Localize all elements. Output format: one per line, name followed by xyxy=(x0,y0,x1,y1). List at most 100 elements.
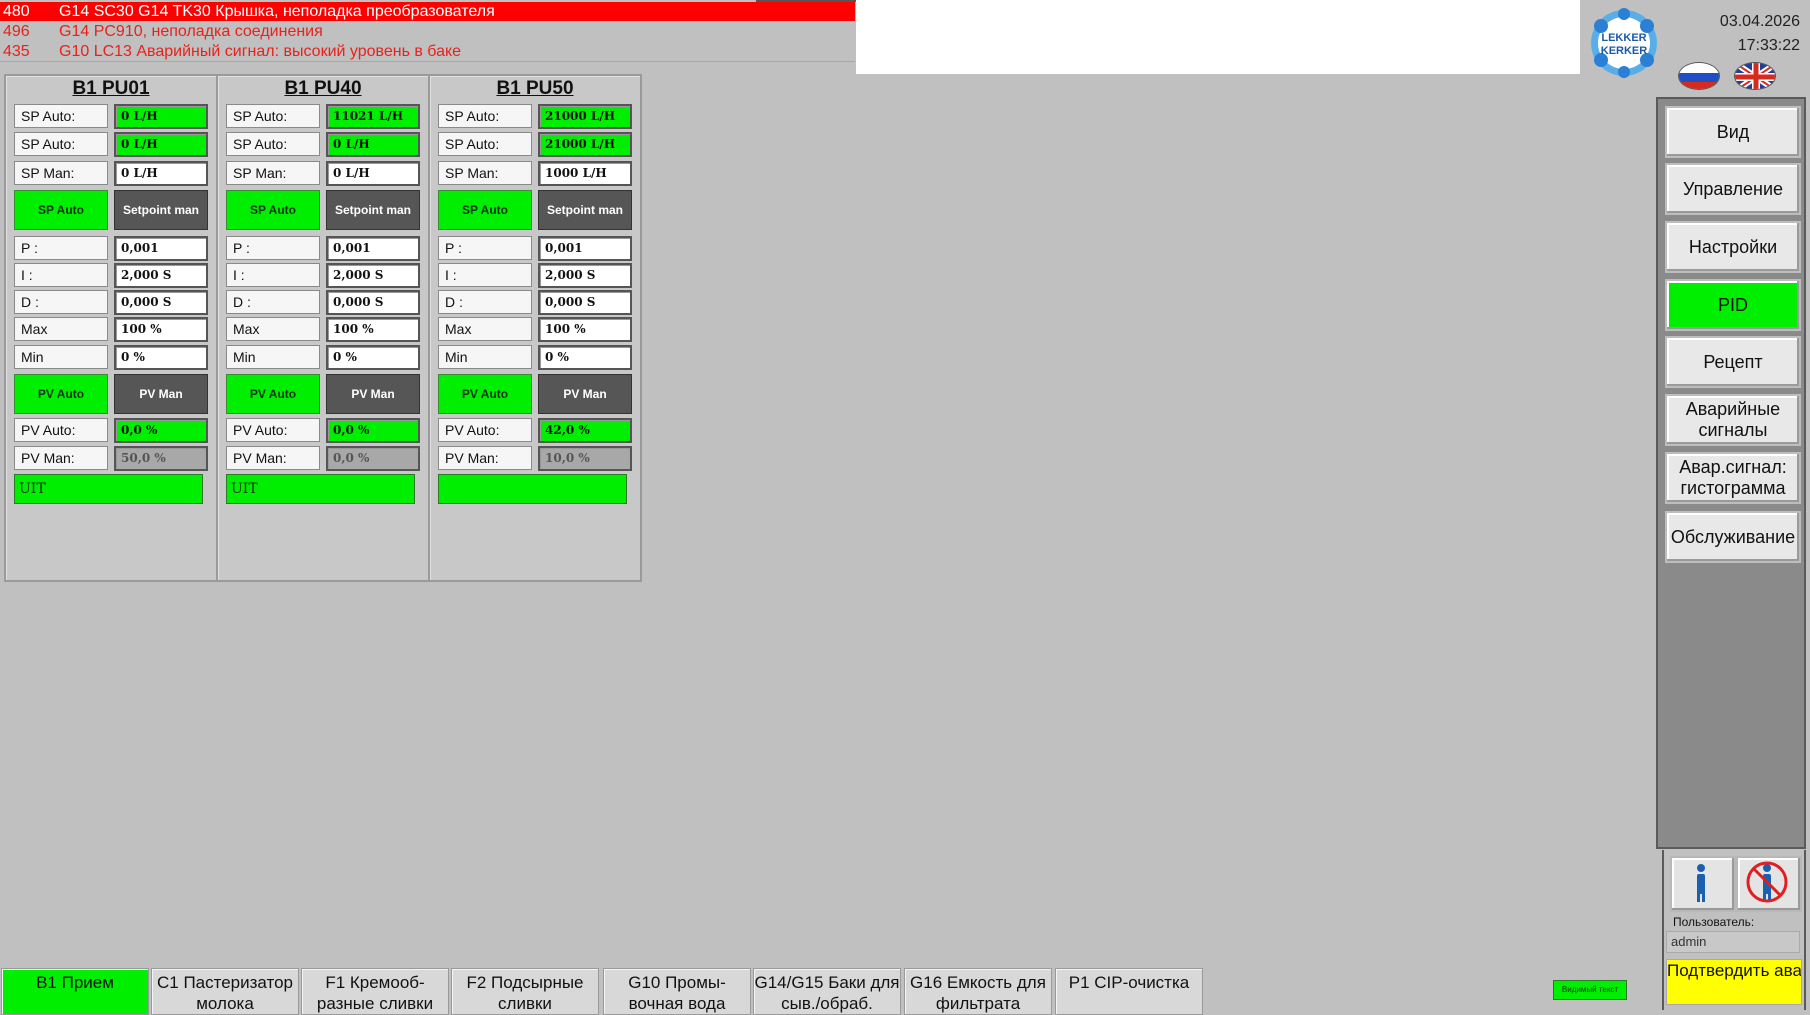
menu-recipe-button[interactable]: Рецепт xyxy=(1665,336,1801,388)
visible-text-indicator: Видимый текст xyxy=(1553,980,1627,1000)
tab-c1[interactable]: C1 Пастеризатор молока xyxy=(151,968,299,1015)
max-input[interactable]: 100 % xyxy=(326,317,420,342)
user-icon xyxy=(1697,864,1705,902)
alarm-number: 435 xyxy=(3,43,30,60)
d-label: D : xyxy=(438,290,532,314)
sp-auto-value[interactable]: 0 L/H xyxy=(114,132,208,157)
tab-g10[interactable]: G10 Промы-вочная вода xyxy=(603,968,751,1015)
sp-man-input[interactable]: 1000 L/H xyxy=(538,161,632,186)
d-label: D : xyxy=(14,290,108,314)
pv-auto-label: PV Auto: xyxy=(438,418,532,442)
menu-alarm-histogram-button[interactable]: Авар.сигнал: гистограмма xyxy=(1665,452,1801,504)
menu-alarms-button[interactable]: Аварийные сигналы xyxy=(1665,394,1801,446)
status-bar: UIT xyxy=(14,474,203,504)
logout-user-icon xyxy=(1746,861,1788,903)
p-label: P : xyxy=(14,236,108,260)
p-input[interactable]: 0,001 xyxy=(538,236,632,261)
pv-auto-value: 0,0 % xyxy=(326,418,420,443)
sp-auto-button[interactable]: SP Auto xyxy=(14,190,108,230)
pid-panel: B1 PU01 SP Auto: 0 L/H SP Auto: 0 L/H SP… xyxy=(4,74,218,582)
sp-auto-button[interactable]: SP Auto xyxy=(438,190,532,230)
pv-man-button[interactable]: PV Man xyxy=(326,374,420,414)
sp-auto-button[interactable]: SP Auto xyxy=(226,190,320,230)
min-label: Min xyxy=(438,345,532,369)
i-input[interactable]: 2,000 S xyxy=(538,263,632,288)
pid-panel: B1 PU50 SP Auto: 21000 L/H SP Auto: 2100… xyxy=(428,74,642,582)
max-label: Max xyxy=(14,317,108,341)
menu-settings-button[interactable]: Настройки xyxy=(1665,221,1801,273)
i-input[interactable]: 2,000 S xyxy=(114,263,208,288)
user-label: Пользователь: xyxy=(1673,915,1755,929)
logout-button[interactable] xyxy=(1736,856,1802,912)
d-input[interactable]: 0,000 S xyxy=(538,290,632,315)
pv-auto-label: PV Auto: xyxy=(226,418,320,442)
tab-p1[interactable]: P1 CIP-очистка xyxy=(1055,968,1203,1015)
sp-man-input[interactable]: 0 L/H xyxy=(326,161,420,186)
alarm-text: G14 PC910, неполадка соединения xyxy=(59,23,323,40)
panel-title: B1 PU40 xyxy=(284,78,362,99)
alarm-row[interactable]: 480 G14 SC30 G14 TK30 Крышка, неполадка … xyxy=(0,2,855,21)
current-time: 17:33:22 xyxy=(1737,37,1800,54)
pv-auto-button[interactable]: PV Auto xyxy=(14,374,108,414)
blank-area xyxy=(856,0,1580,74)
pv-auto-button[interactable]: PV Auto xyxy=(226,374,320,414)
tab-b1[interactable]: B1 Прием xyxy=(1,968,149,1015)
pv-man-button[interactable]: PV Man xyxy=(538,374,632,414)
d-input[interactable]: 0,000 S xyxy=(114,290,208,315)
sp-auto-value[interactable]: 21000 L/H xyxy=(538,132,632,157)
sp-auto-value[interactable]: 0 L/H xyxy=(114,104,208,129)
setpoint-man-button[interactable]: Setpoint man xyxy=(538,190,632,230)
p-input[interactable]: 0,001 xyxy=(326,236,420,261)
tab-g16[interactable]: G16 Емкость для фильтрата xyxy=(904,968,1052,1015)
sp-man-input[interactable]: 0 L/H xyxy=(114,161,208,186)
menu-control-button[interactable]: Управление xyxy=(1665,163,1801,215)
tab-f1[interactable]: F1 Кремооб-разные сливки xyxy=(301,968,449,1015)
tab-g14-g15[interactable]: G14/G15 Баки для сыв./обраб. xyxy=(753,968,901,1015)
min-input[interactable]: 0 % xyxy=(114,345,208,370)
sp-auto-label: SP Auto: xyxy=(14,104,108,128)
menu-view-button[interactable]: Вид xyxy=(1665,106,1801,158)
max-input[interactable]: 100 % xyxy=(114,317,208,342)
confirm-alarm-button[interactable]: Подтвердить аварийный сигнал xyxy=(1666,959,1802,1005)
i-input[interactable]: 2,000 S xyxy=(326,263,420,288)
pid-panel: B1 PU40 SP Auto: 11021 L/H SP Auto: 0 L/… xyxy=(216,74,430,582)
alarm-list[interactable]: 480 G14 SC30 G14 TK30 Крышка, неполадка … xyxy=(0,0,855,62)
alarm-row[interactable]: 435 G10 LC13 Аварийный сигнал: высокий у… xyxy=(0,42,855,61)
min-input[interactable]: 0 % xyxy=(538,345,632,370)
menu-pid-button[interactable]: PID xyxy=(1665,279,1801,331)
max-input[interactable]: 100 % xyxy=(538,317,632,342)
min-label: Min xyxy=(226,345,320,369)
sp-auto-label: SP Auto: xyxy=(226,104,320,128)
pv-auto-label: PV Auto: xyxy=(14,418,108,442)
i-label: I : xyxy=(226,263,320,287)
pv-man-label: PV Man: xyxy=(226,446,320,470)
setpoint-man-button[interactable]: Setpoint man xyxy=(114,190,208,230)
i-label: I : xyxy=(438,263,532,287)
sp-auto-value[interactable]: 0 L/H xyxy=(326,132,420,157)
setpoint-man-button[interactable]: Setpoint man xyxy=(326,190,420,230)
uk-flag-icon[interactable] xyxy=(1734,62,1776,90)
pv-auto-value: 42,0 % xyxy=(538,418,632,443)
company-logo: LEKKER KERKER xyxy=(1587,6,1661,80)
logo-text: LEKKER xyxy=(1601,32,1646,44)
sp-man-label: SP Man: xyxy=(226,161,320,185)
alarm-text: G10 LC13 Аварийный сигнал: высокий урове… xyxy=(59,43,462,60)
p-label: P : xyxy=(438,236,532,260)
menu-maintenance-button[interactable]: Обслуживание xyxy=(1665,511,1801,563)
d-input[interactable]: 0,000 S xyxy=(326,290,420,315)
sp-auto-value[interactable]: 21000 L/H xyxy=(538,104,632,129)
russian-flag-icon[interactable] xyxy=(1678,62,1720,90)
alarm-text: G14 SC30 G14 TK30 Крышка, неполадка прео… xyxy=(59,3,495,20)
panel-title: B1 PU01 xyxy=(72,78,150,99)
pv-man-label: PV Man: xyxy=(14,446,108,470)
current-date: 03.04.2026 xyxy=(1719,13,1800,30)
p-input[interactable]: 0,001 xyxy=(114,236,208,261)
logo-text: KERKER xyxy=(1601,45,1648,57)
pv-man-button[interactable]: PV Man xyxy=(114,374,208,414)
alarm-row[interactable]: 496 G14 PC910, неполадка соединения xyxy=(0,22,855,41)
login-button[interactable] xyxy=(1670,856,1736,912)
tab-f2[interactable]: F2 Подсырные сливки xyxy=(451,968,599,1015)
min-input[interactable]: 0 % xyxy=(326,345,420,370)
pv-auto-button[interactable]: PV Auto xyxy=(438,374,532,414)
sp-auto-value[interactable]: 11021 L/H xyxy=(326,104,420,129)
